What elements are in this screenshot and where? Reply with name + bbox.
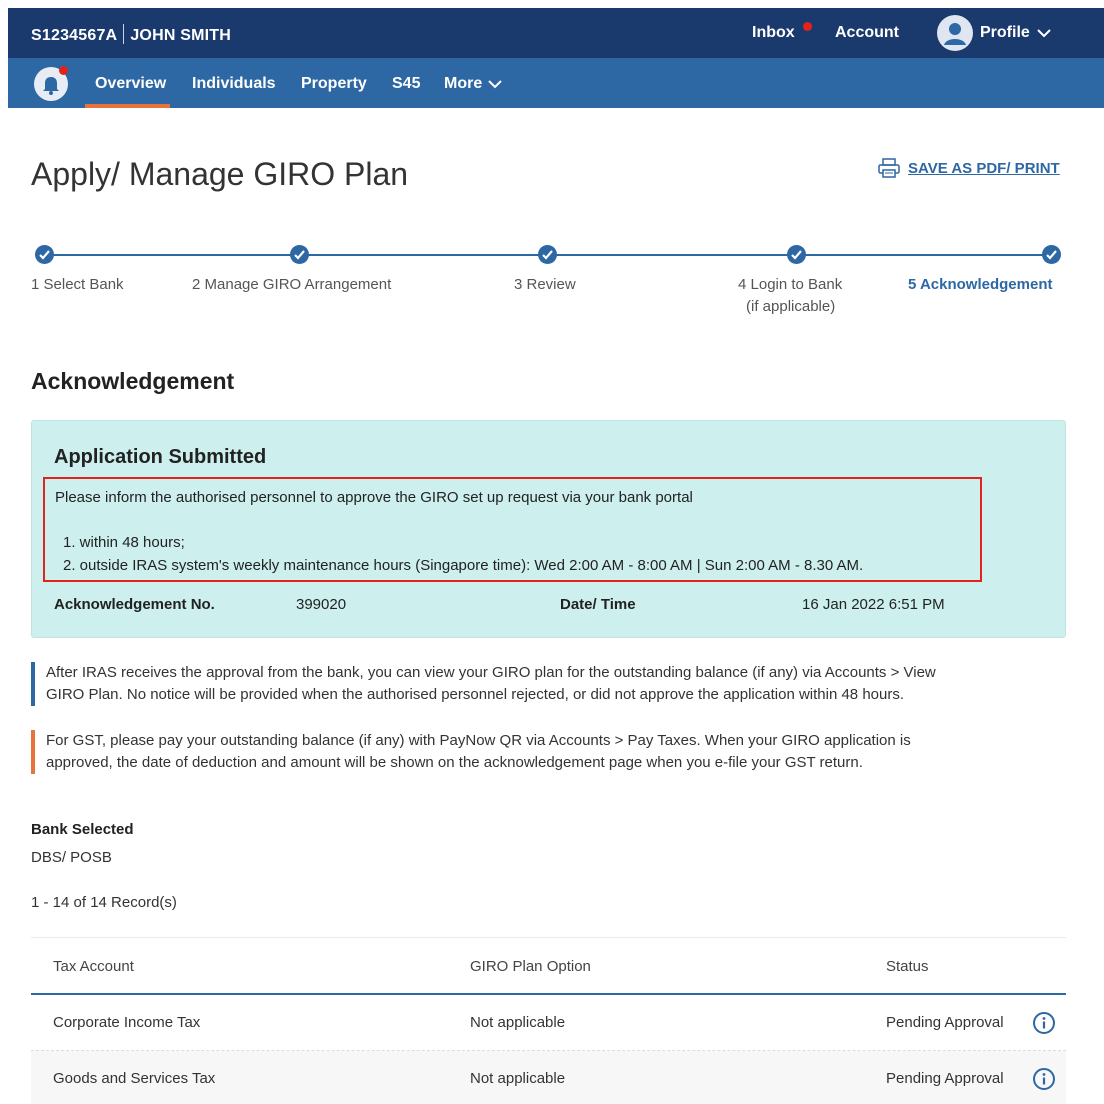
bank-selected-label: Bank Selected (31, 821, 134, 838)
info-text: GIRO Plan. No notice will be provided wh… (46, 686, 905, 703)
panel-title: Application Submitted (54, 446, 267, 468)
notification-dot (59, 66, 68, 75)
main-nav: Overview Individuals Property S45 More (8, 58, 1104, 108)
step-acknowledgement: 5 Acknowledgement (908, 276, 1053, 293)
approval-notice: Please inform the authorised personnel t… (43, 477, 982, 582)
step-select-bank: 1 Select Bank (31, 276, 124, 293)
print-link-label: SAVE AS PDF/ PRINT (908, 159, 1060, 177)
avatar-icon (937, 15, 973, 51)
info-note-orange: For GST, please pay your outstanding bal… (31, 730, 1071, 774)
datetime-label: Date/ Time (560, 596, 636, 613)
info-text: approved, the date of deduction and amou… (46, 754, 863, 771)
check-icon (787, 245, 806, 264)
top-header: S1234567A JOHN SMITH Inbox Account Profil… (8, 8, 1104, 58)
step-login-bank-sub: (if applicable) (746, 298, 836, 315)
account-link[interactable]: Account (835, 24, 899, 42)
user-identity: S1234567A JOHN SMITH (31, 24, 231, 45)
info-bar-blue (31, 662, 35, 706)
column-header[interactable]: Status (886, 958, 929, 975)
profile-menu[interactable]: Profile (937, 15, 1051, 51)
info-bar-orange (31, 730, 35, 774)
info-note-blue: After IRAS receives the approval from th… (31, 662, 1071, 706)
inbox-notification-dot (803, 22, 812, 31)
column-header[interactable]: GIRO Plan Option (470, 958, 591, 975)
table-row: Goods and Services Tax Not applicable Pe… (31, 1051, 1066, 1104)
cell-tax-account: Corporate Income Tax (53, 1014, 201, 1031)
check-icon (290, 245, 309, 264)
chevron-down-icon (488, 80, 502, 89)
identity-divider (123, 24, 125, 44)
notice-item: 2. outside IRAS system's weekly maintena… (63, 557, 864, 574)
cell-status: Pending Approval (886, 1070, 1004, 1087)
save-pdf-print-link[interactable]: SAVE AS PDF/ PRINT (877, 158, 1060, 178)
inbox-link[interactable]: Inbox (752, 24, 795, 42)
nav-individuals[interactable]: Individuals (192, 75, 276, 93)
user-name: JOHN SMITH (130, 27, 231, 44)
ack-no-label: Acknowledgement No. (54, 596, 215, 613)
section-heading: Acknowledgement (31, 368, 235, 394)
nav-s45[interactable]: S45 (392, 75, 420, 93)
page-title: Apply/ Manage GIRO Plan (31, 156, 409, 192)
ack-no-value: 399020 (296, 596, 347, 613)
notice-text: Please inform the authorised personnel t… (55, 489, 693, 506)
user-id: S1234567A (31, 27, 118, 44)
nav-overview[interactable]: Overview (95, 75, 166, 93)
profile-label: Profile (980, 24, 1030, 41)
datetime-value: 16 Jan 2022 6:51 PM (802, 596, 945, 613)
cell-status: Pending Approval (886, 1014, 1004, 1031)
nav-more-label: More (444, 75, 483, 92)
chevron-down-icon (1037, 29, 1051, 38)
cell-tax-account: Goods and Services Tax (53, 1070, 216, 1087)
info-icon[interactable] (1032, 1011, 1056, 1035)
cell-plan-option: Not applicable (470, 1014, 566, 1031)
info-icon[interactable] (1032, 1067, 1056, 1091)
check-icon (1042, 245, 1061, 264)
step-manage-giro: 2 Manage GIRO Arrangement (192, 276, 392, 293)
notice-item: 1. within 48 hours; (63, 534, 185, 551)
bank-selected-value: DBS/ POSB (31, 849, 112, 866)
cell-plan-option: Not applicable (470, 1070, 566, 1087)
check-icon (538, 245, 557, 264)
info-text: After IRAS receives the approval from th… (46, 664, 936, 681)
records-count: 1 - 14 of 14 Record(s) (31, 894, 177, 911)
active-tab-indicator (85, 104, 170, 108)
table-header: Tax Account GIRO Plan Option Status (31, 937, 1066, 995)
printer-icon (878, 158, 900, 178)
step-login-bank: 4 Login to Bank (738, 276, 843, 293)
nav-more[interactable]: More (444, 75, 502, 93)
step-review: 3 Review (514, 276, 576, 293)
nav-property[interactable]: Property (301, 75, 367, 93)
acknowledgement-panel: Application Submitted Please inform the … (31, 420, 1066, 638)
giro-table: Tax Account GIRO Plan Option Status Corp… (31, 937, 1066, 1104)
table-row: Corporate Income Tax Not applicable Pend… (31, 995, 1066, 1051)
check-icon (35, 245, 54, 264)
column-header[interactable]: Tax Account (53, 958, 134, 975)
info-text: For GST, please pay your outstanding bal… (46, 732, 911, 749)
